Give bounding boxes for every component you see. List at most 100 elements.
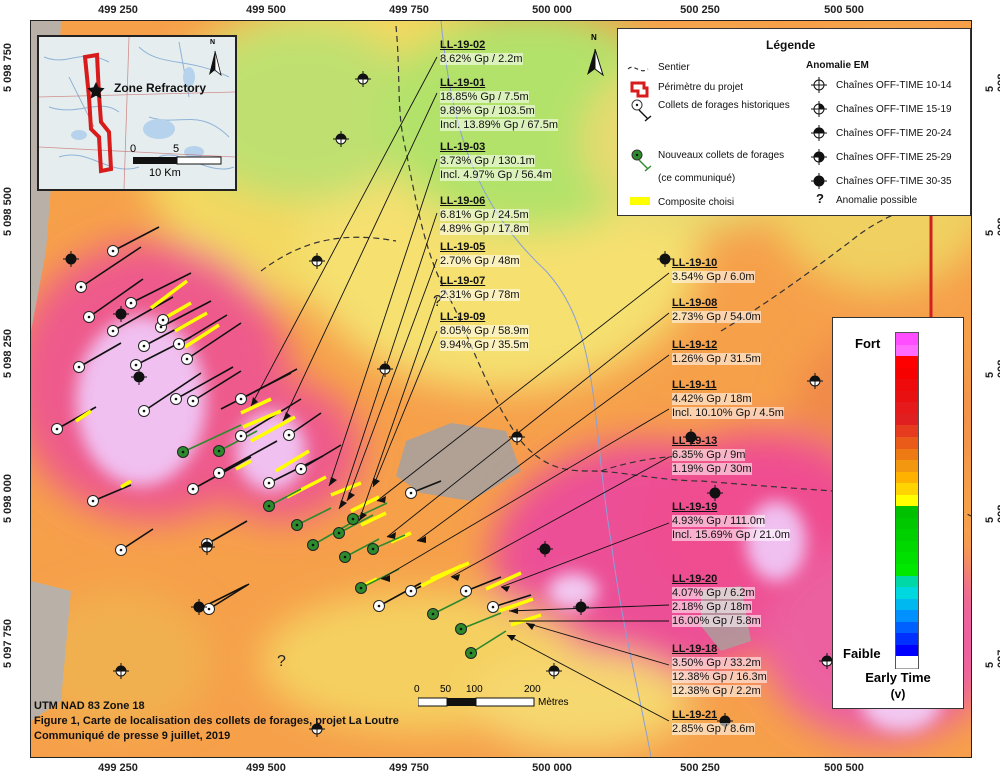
hole-label: LL-19-05 2.70% Gp / 48m <box>440 241 520 267</box>
collar-center-dot <box>351 517 355 521</box>
em-anomaly-marker <box>333 131 349 147</box>
hole-label: LL-19-12 1.26% Gp / 31.5m <box>672 339 761 365</box>
press-release-date: Communiqué de presse 9 juillet, 2019 <box>34 730 231 742</box>
hole-label: LL-19-11 4.42% Gp / 18m Incl. 10.10% Gp / … <box>672 379 784 419</box>
legend-item-new-sub: (ce communiqué) <box>658 173 736 184</box>
northing-tick: 5 098 000 <box>984 504 1000 523</box>
perimeter-symbol-icon <box>630 81 649 98</box>
scale-top-label: Fort <box>855 336 881 351</box>
inset-map-graphic <box>39 37 235 189</box>
hole-label: LL-19-03 3.73% Gp / 130.1m Incl. 4.97% Gp … <box>440 141 552 181</box>
collar-center-dot <box>267 504 271 508</box>
easting-tick: 499 750 <box>389 762 429 774</box>
legend-item-new: Nouveaux collets de forages <box>658 150 785 161</box>
collar-center-dot <box>239 434 243 438</box>
map-figure: 499 250 499 500 499 750 500 000 500 250 … <box>0 0 1000 778</box>
collar-center-dot <box>359 586 363 590</box>
em-anomaly-marker <box>707 485 723 501</box>
collar-center-dot <box>295 523 299 527</box>
em-offtime-15-19-icon <box>811 101 827 117</box>
hole-label: LL-19-10 3.54% Gp / 6.0m <box>672 257 755 283</box>
easting-tick: 499 250 <box>98 4 138 16</box>
legend-em-item: Chaînes OFF-TIME 10-14 <box>836 80 952 91</box>
collar-center-dot <box>371 547 375 551</box>
scale-bar-tick: 200 <box>524 684 541 695</box>
easting-tick: 499 750 <box>389 4 429 16</box>
collar-center-dot <box>129 301 133 305</box>
scale-title: Early Time <box>865 670 931 685</box>
em-offtime-20-24-icon <box>811 125 827 141</box>
collar-center-dot <box>191 487 195 491</box>
northing-tick: 5 097 750 <box>984 649 1000 668</box>
hole-label: LL-19-18 3.50% Gp / 33.2m 12.38% Gp / 16.3… <box>672 643 767 697</box>
legend-symbols <box>627 66 652 205</box>
color-ramp <box>895 332 919 670</box>
easting-tick: 499 250 <box>98 762 138 774</box>
possible-anomaly-mark: ? <box>277 653 286 670</box>
northing-tick: 5 098 500 <box>2 187 14 236</box>
easting-tick: 500 250 <box>680 762 720 774</box>
collar-center-dot <box>185 357 189 361</box>
collar-center-dot <box>134 363 138 367</box>
easting-tick: 500 250 <box>680 4 720 16</box>
scale-unit: (v) <box>890 687 906 701</box>
em-anomaly-marker <box>546 663 562 679</box>
collar-center-dot <box>142 344 146 348</box>
legend-em-item: Chaînes OFF-TIME 15-19 <box>836 104 952 115</box>
collar-center-dot <box>377 604 381 608</box>
em-anomaly-marker <box>377 361 393 377</box>
scale-bar-tick: 100 <box>466 684 483 695</box>
easting-tick: 500 000 <box>532 4 572 16</box>
collar-center-dot <box>239 397 243 401</box>
collar-center-dot <box>79 285 83 289</box>
color-ramp-step <box>896 656 918 670</box>
inset-scale-tick: 0 <box>130 143 137 155</box>
northing-tick: 5 097 750 <box>2 619 14 668</box>
legend-item-historical: Collets de forages historiques <box>658 100 790 111</box>
collar-center-dot <box>267 481 271 485</box>
em-anomaly-marker <box>573 599 589 615</box>
northing-tick: 5 098 750 <box>984 73 1000 92</box>
collar-center-dot <box>87 315 91 319</box>
hole-label: LL-19-13 6.35% Gp / 9m 1.19% Gp / 30m <box>672 435 752 475</box>
hole-label: LL-19-01 18.85% Gp / 7.5m 9.89% Gp / 103.5… <box>440 77 559 131</box>
legend-em-item: Chaînes OFF-TIME 30-35 <box>836 176 952 187</box>
northing-tick: 5 098 000 <box>2 474 14 523</box>
em-offtime-30-35-icon <box>811 173 827 189</box>
hole-label: LL-19-21 2.85% Gp / 8.6m <box>672 709 755 735</box>
em-anomaly-marker <box>807 373 823 389</box>
inset-scale-unit: 10 Km <box>149 167 181 179</box>
em-anomaly-marker <box>113 663 129 679</box>
hole-label: LL-19-20 4.07% Gp / 6.2m 2.18% Gp / 18m 16.… <box>672 573 761 627</box>
collar-center-dot <box>174 397 178 401</box>
collar-center-dot <box>287 433 291 437</box>
collar-center-dot <box>217 449 221 453</box>
collar-center-dot <box>177 342 181 346</box>
em-anomaly-marker <box>657 251 673 267</box>
easting-tick: 499 500 <box>246 762 286 774</box>
collar-center-dot <box>77 365 81 369</box>
north-arrow-icon <box>587 48 604 77</box>
figure-caption: Figure 1, Carte de localisation des coll… <box>34 715 399 727</box>
northing-tick: 5 098 750 <box>2 43 14 92</box>
legend-em-item: Chaînes OFF-TIME 20-24 <box>836 128 952 139</box>
em-anomaly-marker <box>199 539 215 555</box>
hole-label: LL-19-08 2.73% Gp / 54.0m <box>672 297 761 323</box>
collar-center-dot <box>299 467 303 471</box>
collar-center-dot <box>111 249 115 253</box>
collar-center-dot <box>491 605 495 609</box>
color-scale-legend: Fort Faible Early Time (v) <box>832 317 964 709</box>
em-offtime-25-29-icon <box>811 149 827 165</box>
possible-anomaly-icon: ? <box>816 191 824 206</box>
collar-center-dot <box>337 531 341 535</box>
projection-label: UTM NAD 83 Zone 18 <box>34 700 145 712</box>
collar-center-dot <box>207 607 211 611</box>
legend-em-item: Anomalie possible <box>836 195 918 206</box>
collar-center-dot <box>142 409 146 413</box>
collar-center-dot <box>119 548 123 552</box>
em-anomaly-marker <box>131 369 147 385</box>
easting-tick: 500 000 <box>532 762 572 774</box>
hole-label: LL-19-02 8.62% Gp / 2.2m <box>440 39 523 65</box>
collar-center-dot <box>464 589 468 593</box>
collar-center-dot <box>311 543 315 547</box>
